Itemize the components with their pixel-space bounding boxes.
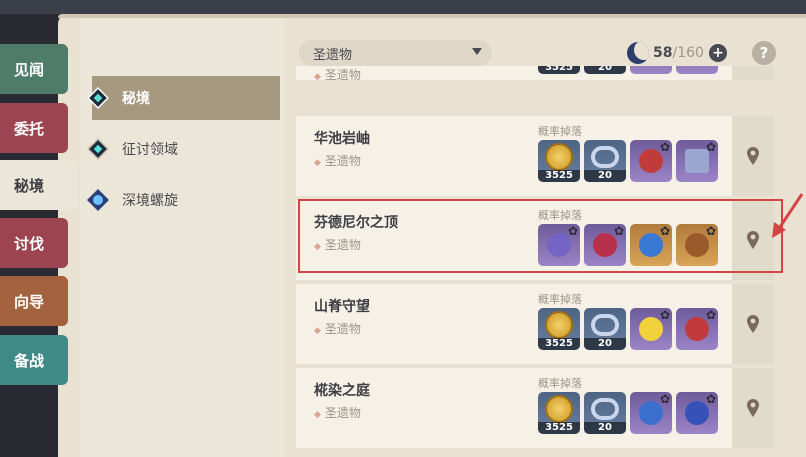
exp-ring-icon[interactable]: 20 — [584, 140, 626, 182]
annotation-arrow-icon — [772, 193, 804, 238]
item-quantity: 3525 — [538, 422, 580, 434]
artifact-flower-red-icon[interactable]: ✿ — [676, 308, 718, 350]
item-quantity: 3525 — [538, 338, 580, 350]
domain-type-label: 圣遗物 — [324, 322, 361, 336]
bullet-icon: ◆ — [314, 158, 321, 168]
tab-guide[interactable]: 向导 — [0, 276, 68, 326]
tab-label: 向导 — [14, 292, 45, 311]
location-pin-button[interactable] — [732, 66, 774, 80]
window-frame — [0, 0, 806, 14]
item-quantity: 20 — [584, 422, 626, 434]
nav-item-label: 征讨领域 — [122, 142, 178, 158]
location-pin-button[interactable] — [732, 284, 774, 364]
location-pin-icon — [747, 147, 759, 165]
tab-domains[interactable]: 秘境 — [0, 160, 78, 210]
domain-type: ◆ 圣遗物 — [314, 66, 361, 83]
mora-coin-icon[interactable]: 3525 — [538, 392, 580, 434]
tab-preparation[interactable]: 备战 — [0, 335, 68, 385]
exp-ring-icon[interactable]: 20 — [584, 66, 626, 74]
drop-list: 3525 20 ✿ ✿ — [538, 392, 718, 434]
domain-card-ridge-watch[interactable]: 山脊守望 ◆ 圣遗物 概率掉落 3525 20 ✿ ✿ — [296, 284, 774, 364]
item-quantity: 3525 — [538, 66, 580, 74]
bullet-icon: ◆ — [314, 72, 321, 82]
highlight-box — [298, 199, 783, 273]
item-quantity: 3525 — [538, 170, 580, 182]
tab-label: 委托 — [14, 119, 45, 138]
mora-coin-icon[interactable]: 3525 — [538, 308, 580, 350]
drop-list: 3525 20 ✿ ✿ — [538, 66, 718, 74]
tab-label: 讨伐 — [14, 234, 45, 253]
mora-coin-icon[interactable]: 3525 — [538, 66, 580, 74]
drop-list: 3525 20 ✿ ✿ — [538, 308, 718, 350]
domain-card-momiji[interactable]: 椛染之庭 ◆ 圣遗物 概率掉落 3525 20 ✿ ✿ — [296, 368, 774, 448]
bullet-icon: ◆ — [314, 410, 321, 420]
original-resin-icon — [627, 42, 649, 64]
nav-item-label: 秘境 — [122, 91, 150, 107]
domain-name: 华池岩岫 — [314, 131, 370, 147]
add-resin-button[interactable]: + — [708, 44, 727, 62]
tab-label: 秘境 — [14, 176, 45, 195]
help-button[interactable]: ? — [752, 41, 776, 65]
exp-ring-icon[interactable]: 20 — [584, 308, 626, 350]
domain-card-huachi[interactable]: 华池岩岫 ◆ 圣遗物 概率掉落 3525 20 ✿ ✿ — [296, 116, 774, 196]
tab-commissions[interactable]: 委托 — [0, 103, 68, 153]
artifact-flower-yellow-icon[interactable]: ✿ — [630, 308, 672, 350]
chevron-down-icon — [472, 48, 482, 55]
resin-max: /160 — [672, 45, 704, 61]
bullet-icon: ◆ — [314, 326, 321, 336]
nav-item-trounce[interactable]: 征讨领域 — [87, 127, 280, 171]
item-quantity: 20 — [584, 170, 626, 182]
resin-current: 58 — [653, 45, 673, 61]
drops-label: 概率掉落 — [538, 125, 582, 138]
abyss-icon — [84, 186, 112, 214]
domain-name: 山脊守望 — [314, 299, 370, 315]
location-pin-button[interactable] — [732, 368, 774, 448]
nav-item-abyss[interactable]: 深境螺旋 — [87, 178, 280, 222]
domain-type-label: 圣遗物 — [324, 406, 361, 420]
tab-adventure[interactable]: 见闻 — [0, 44, 68, 94]
trounce-gem-icon — [84, 135, 112, 163]
domain-type-label: 圣遗物 — [324, 154, 361, 168]
artifact-blue-icon[interactable]: ✿ — [630, 392, 672, 434]
domain-card-partial[interactable]: ◆圣遗物 3525 20 ✿ ✿ — [296, 66, 774, 83]
location-pin-icon — [747, 399, 759, 417]
artifact-card-icon[interactable]: ✿ — [676, 140, 718, 182]
domain-name: 椛染之庭 — [314, 383, 370, 399]
tab-bosses[interactable]: 讨伐 — [0, 218, 68, 268]
drop-list: 3525 20 ✿ ✿ — [538, 140, 718, 182]
exp-ring-icon[interactable]: 20 — [584, 392, 626, 434]
domain-type: ◆ 圣遗物 — [314, 404, 361, 421]
location-pin-icon — [747, 315, 759, 333]
location-pin-button[interactable] — [732, 116, 774, 196]
artifact-flower-blue-icon[interactable]: ✿ — [630, 66, 672, 74]
nav-item-label: 深境螺旋 — [122, 193, 178, 209]
artifact-filter-dropdown[interactable]: 圣遗物 — [299, 40, 492, 66]
domain-gem-icon — [84, 84, 112, 112]
domain-type: ◆ 圣遗物 — [314, 152, 361, 169]
resin-counter: 58 /160 + — [627, 41, 727, 65]
artifact-blue-feather-icon[interactable]: ✿ — [676, 392, 718, 434]
artifact-flower-red-icon[interactable]: ✿ — [630, 140, 672, 182]
dropdown-selected-value: 圣遗物 — [313, 47, 353, 63]
artifact-flower-red-icon[interactable]: ✿ — [676, 66, 718, 74]
domain-type-label: 圣遗物 — [324, 68, 361, 82]
item-quantity: 20 — [584, 66, 626, 74]
tab-label: 备战 — [14, 351, 45, 370]
item-quantity: 20 — [584, 338, 626, 350]
domain-type: ◆ 圣遗物 — [314, 320, 361, 337]
mora-coin-icon[interactable]: 3525 — [538, 140, 580, 182]
drops-label: 概率掉落 — [538, 293, 582, 306]
nav-item-domains[interactable]: 秘境 — [87, 76, 280, 120]
drops-label: 概率掉落 — [538, 377, 582, 390]
tab-label: 见闻 — [14, 60, 45, 79]
